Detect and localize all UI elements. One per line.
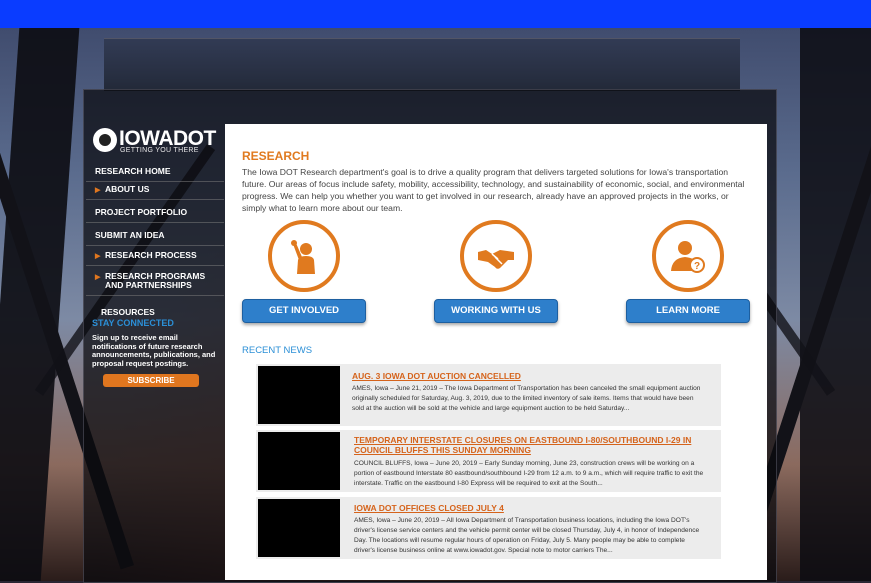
sidebar-nav: RESEARCH HOME ▶ ABOUT US PROJECT PORTFOLI…: [86, 164, 224, 322]
handshake-icon: [460, 220, 532, 292]
working-with-us-button[interactable]: WORKING WITH US: [434, 299, 558, 323]
get-involved-button[interactable]: GET INVOLVED: [242, 299, 366, 323]
news-title-link[interactable]: IOWA DOT OFFICES CLOSED JULY 4: [354, 503, 694, 513]
news-item: IOWA DOT OFFICES CLOSED JULY 4 AMES, Iow…: [256, 497, 721, 559]
chevron-right-icon: ▶: [95, 187, 101, 194]
news-summary: AMES, Iowa – June 20, 2019 – All Iowa De…: [354, 517, 700, 554]
chevron-right-icon: ▶: [95, 253, 101, 260]
action-get-involved[interactable]: GET INVOLVED: [242, 220, 366, 323]
recent-news-heading: RECENT NEWS: [242, 345, 313, 356]
news-item: TEMPORARY INTERSTATE CLOSURES ON EASTBOU…: [256, 430, 721, 492]
news-summary: AMES, Iowa – June 21, 2019 – The Iowa De…: [352, 385, 701, 412]
news-thumbnail[interactable]: [258, 499, 340, 557]
learn-more-button[interactable]: LEARN MORE: [626, 299, 750, 323]
top-bar: [0, 0, 871, 28]
raised-hand-person-icon: [268, 220, 340, 292]
nav-submit-an-idea[interactable]: SUBMIT AN IDEA: [86, 223, 224, 246]
nav-project-portfolio[interactable]: PROJECT PORTFOLIO: [86, 200, 224, 223]
stay-connected-heading: STAY CONNECTED: [92, 318, 174, 328]
header-strip: [104, 38, 740, 91]
subscribe-button[interactable]: SUBSCRIBE: [103, 374, 199, 387]
nav-research-process[interactable]: ▶ RESEARCH PROCESS: [86, 246, 224, 266]
nav-research-home[interactable]: RESEARCH HOME: [86, 164, 224, 182]
action-working-with-us[interactable]: WORKING WITH US: [434, 220, 558, 323]
news-title-link[interactable]: AUG. 3 IOWA DOT AUCTION CANCELLED: [352, 371, 692, 381]
logo-mark-icon: [93, 128, 117, 152]
news-item: AUG. 3 IOWA DOT AUCTION CANCELLED AMES, …: [256, 364, 721, 426]
svg-text:?: ?: [694, 261, 700, 272]
news-title-link[interactable]: TEMPORARY INTERSTATE CLOSURES ON EASTBOU…: [354, 435, 694, 455]
news-thumbnail[interactable]: [258, 366, 340, 424]
page-title: RESEARCH: [242, 149, 310, 163]
intro-paragraph: The Iowa DOT Research department's goal …: [242, 167, 745, 213]
iowa-dot-logo[interactable]: IOWADOT GETTING YOU THERE: [93, 127, 216, 156]
news-summary: COUNCIL BLUFFS, Iowa – June 20, 2019 – E…: [354, 460, 704, 487]
chevron-right-icon: ▶: [95, 274, 101, 281]
signup-text: Sign up to receive email notifications o…: [92, 333, 216, 368]
news-thumbnail[interactable]: [258, 432, 340, 490]
nav-research-programs[interactable]: ▶ RESEARCH PROGRAMS AND PARTNERSHIPS: [86, 266, 224, 296]
person-question-icon: ?: [652, 220, 724, 292]
action-learn-more[interactable]: ? LEARN MORE: [626, 220, 750, 323]
logo-tagline: GETTING YOU THERE: [120, 147, 199, 154]
nav-about-us[interactable]: ▶ ABOUT US: [86, 182, 224, 200]
